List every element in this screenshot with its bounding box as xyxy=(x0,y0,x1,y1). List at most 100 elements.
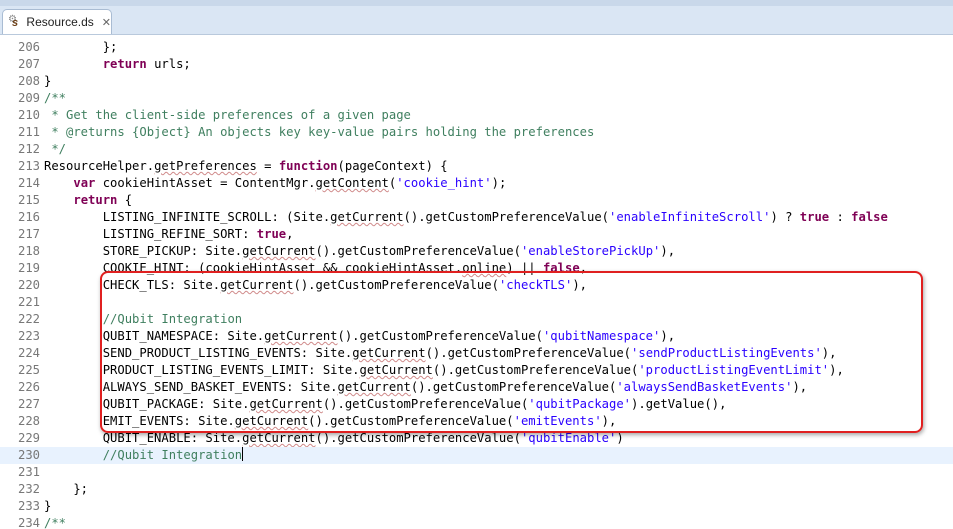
code-text: return urls; xyxy=(44,56,191,73)
code-token: ), xyxy=(572,278,587,292)
code-line[interactable]: 226 ALWAYS_SEND_BASKET_EVENTS: Site.getC… xyxy=(0,379,953,396)
close-tab-icon[interactable]: ✕ xyxy=(102,16,111,29)
code-token: 'cookie_hint' xyxy=(396,176,492,190)
code-line[interactable]: 212 */ xyxy=(0,141,953,158)
code-token: false xyxy=(542,261,580,275)
code-token: var xyxy=(73,176,96,190)
code-token: getCurrent xyxy=(264,329,338,343)
line-number: 228 xyxy=(17,414,40,428)
code-text: QUBIT_PACKAGE: Site.getCurrent().getCust… xyxy=(44,396,727,413)
line-number: 215 xyxy=(17,193,40,207)
code-text: EMIT_EVENTS: Site.getCurrent().getCustom… xyxy=(44,413,617,430)
code-token: ().getCustomPreferenceValue( xyxy=(293,278,499,292)
code-token: 'qubitPackage' xyxy=(528,397,632,411)
code-line[interactable]: 234 /** xyxy=(0,515,953,529)
code-token: return xyxy=(73,193,118,207)
line-number: 216 xyxy=(17,210,40,224)
code-token: 'qubitNamespace' xyxy=(542,329,661,343)
line-number: 220 xyxy=(17,278,40,292)
line-number: 233 xyxy=(17,499,40,513)
code-text: //Qubit Integration xyxy=(44,447,244,464)
code-token: 'qubitEnable' xyxy=(520,431,617,445)
code-line[interactable]: 213 ResourceHelper.getPreferences = funct… xyxy=(0,158,953,175)
code-line[interactable]: 210 * Get the client-side preferences of… xyxy=(0,107,953,124)
code-token: ); xyxy=(491,176,507,190)
line-number: 231 xyxy=(17,465,40,479)
code-line[interactable]: 215 return { xyxy=(0,192,953,209)
code-line[interactable]: 219 COOKIE_HINT: (cookieHintAsset && coo… xyxy=(0,260,953,277)
line-number: 207 xyxy=(17,57,40,71)
code-token: */ xyxy=(44,142,67,156)
line-number: 206 xyxy=(17,40,40,54)
code-text: PRODUCT_LISTING_EVENTS_LIMIT: Site.getCu… xyxy=(44,362,844,379)
code-line[interactable]: 225 PRODUCT_LISTING_EVENTS_LIMIT: Site.g… xyxy=(0,362,953,379)
code-line[interactable]: 218 STORE_PICKUP: Site.getCurrent().getC… xyxy=(0,243,953,260)
code-line[interactable]: 230 //Qubit Integration xyxy=(0,447,953,464)
code-token: }; xyxy=(44,482,89,496)
code-line[interactable]: 232 }; xyxy=(0,481,953,498)
code-line[interactable]: 222 //Qubit Integration xyxy=(0,311,953,328)
code-token: 'productListingEventLimit' xyxy=(638,363,830,377)
code-line[interactable]: 206 }; xyxy=(0,39,953,56)
code-token: ().getCustomPreferenceValue( xyxy=(432,363,639,377)
code-token: ().getCustomPreferenceValue( xyxy=(308,414,514,428)
code-token: //Qubit Integration xyxy=(102,312,243,326)
code-token: }; xyxy=(44,40,118,54)
code-token: ResourceHelper. xyxy=(44,159,155,173)
code-line[interactable]: 207 return urls; xyxy=(0,56,953,73)
line-number: 234 xyxy=(17,516,40,529)
code-token: QUBIT_NAMESPACE: Site. xyxy=(44,329,265,343)
line-number: 221 xyxy=(17,295,40,309)
code-line[interactable]: 217 LISTING_REFINE_SORT: true, xyxy=(0,226,953,243)
code-line[interactable]: 229 QUBIT_ENABLE: Site.getCurrent().getC… xyxy=(0,430,953,447)
code-token: //Qubit Integration xyxy=(102,448,243,462)
code-line[interactable]: 221 xyxy=(0,294,953,311)
tab-resource-ds[interactable]: ⚙ s Resource.ds ✕ xyxy=(2,9,112,34)
code-text: //Qubit Integration xyxy=(44,311,242,328)
code-token: 'sendProductListingEvents' xyxy=(631,346,822,360)
code-token: ().getCustomPreferenceValue( xyxy=(425,346,632,360)
code-token: LISTING_INFINITE_SCROLL: (Site. xyxy=(44,210,331,224)
code-token: 'checkTLS' xyxy=(498,278,573,292)
code-text: return { xyxy=(44,192,132,209)
code-line[interactable]: 233} xyxy=(0,498,953,515)
code-line[interactable]: 208} xyxy=(0,73,953,90)
code-line[interactable]: 227 QUBIT_PACKAGE: Site.getCurrent().get… xyxy=(0,396,953,413)
code-line[interactable]: 220 CHECK_TLS: Site.getCurrent().getCust… xyxy=(0,277,953,294)
code-token: ) ? xyxy=(770,210,800,224)
editor-tab-bar: ⚙ s Resource.ds ✕ xyxy=(0,0,953,35)
code-token: ), xyxy=(821,346,837,360)
line-number: 214 xyxy=(17,176,40,190)
code-token: (pageContext) { xyxy=(337,159,448,173)
code-line[interactable]: 216 LISTING_INFINITE_SCROLL: (Site.getCu… xyxy=(0,209,953,226)
code-token: , xyxy=(286,227,294,241)
code-token: ), xyxy=(660,244,676,258)
code-token: getCurrent xyxy=(220,278,294,292)
code-line[interactable]: 223 QUBIT_NAMESPACE: Site.getCurrent().g… xyxy=(0,328,953,345)
code-token: PRODUCT_LISTING_EVENTS_LIMIT: Site. xyxy=(44,363,360,377)
code-line[interactable]: 228 EMIT_EVENTS: Site.getCurrent().getCu… xyxy=(0,413,953,430)
code-token: } xyxy=(44,74,52,88)
code-token: online xyxy=(462,261,507,275)
line-number: 232 xyxy=(17,482,40,496)
code-token: /** xyxy=(44,91,67,105)
code-line[interactable]: 231 xyxy=(0,464,953,481)
code-line[interactable]: 214 var cookieHintAsset = ContentMgr.get… xyxy=(0,175,953,192)
script-file-icon: ⚙ s xyxy=(8,14,19,29)
code-line[interactable]: 224 SEND_PRODUCT_LISTING_EVENTS: Site.ge… xyxy=(0,345,953,362)
line-number: 218 xyxy=(17,244,40,258)
code-line[interactable]: 209 /** xyxy=(0,90,953,107)
code-token: COOKIE_HINT: (cookieHintAsset && cookieH… xyxy=(44,261,463,275)
code-text: LISTING_REFINE_SORT: true, xyxy=(44,226,294,243)
line-number: 227 xyxy=(17,397,40,411)
code-token: LISTING_REFINE_SORT: xyxy=(44,227,257,241)
code-text: var cookieHintAsset = ContentMgr.getCont… xyxy=(44,175,506,192)
code-token: ().getCustomPreferenceValue( xyxy=(322,397,529,411)
code-token: } xyxy=(44,499,52,513)
code-token: ).getValue(), xyxy=(631,397,727,411)
code-token: true xyxy=(256,227,287,241)
code-editor[interactable]: 206 }; 207 return urls; 208} 209/** 210 * Ge… xyxy=(0,35,953,529)
code-line[interactable]: 211 * @returns {Object} An objects key k… xyxy=(0,124,953,141)
